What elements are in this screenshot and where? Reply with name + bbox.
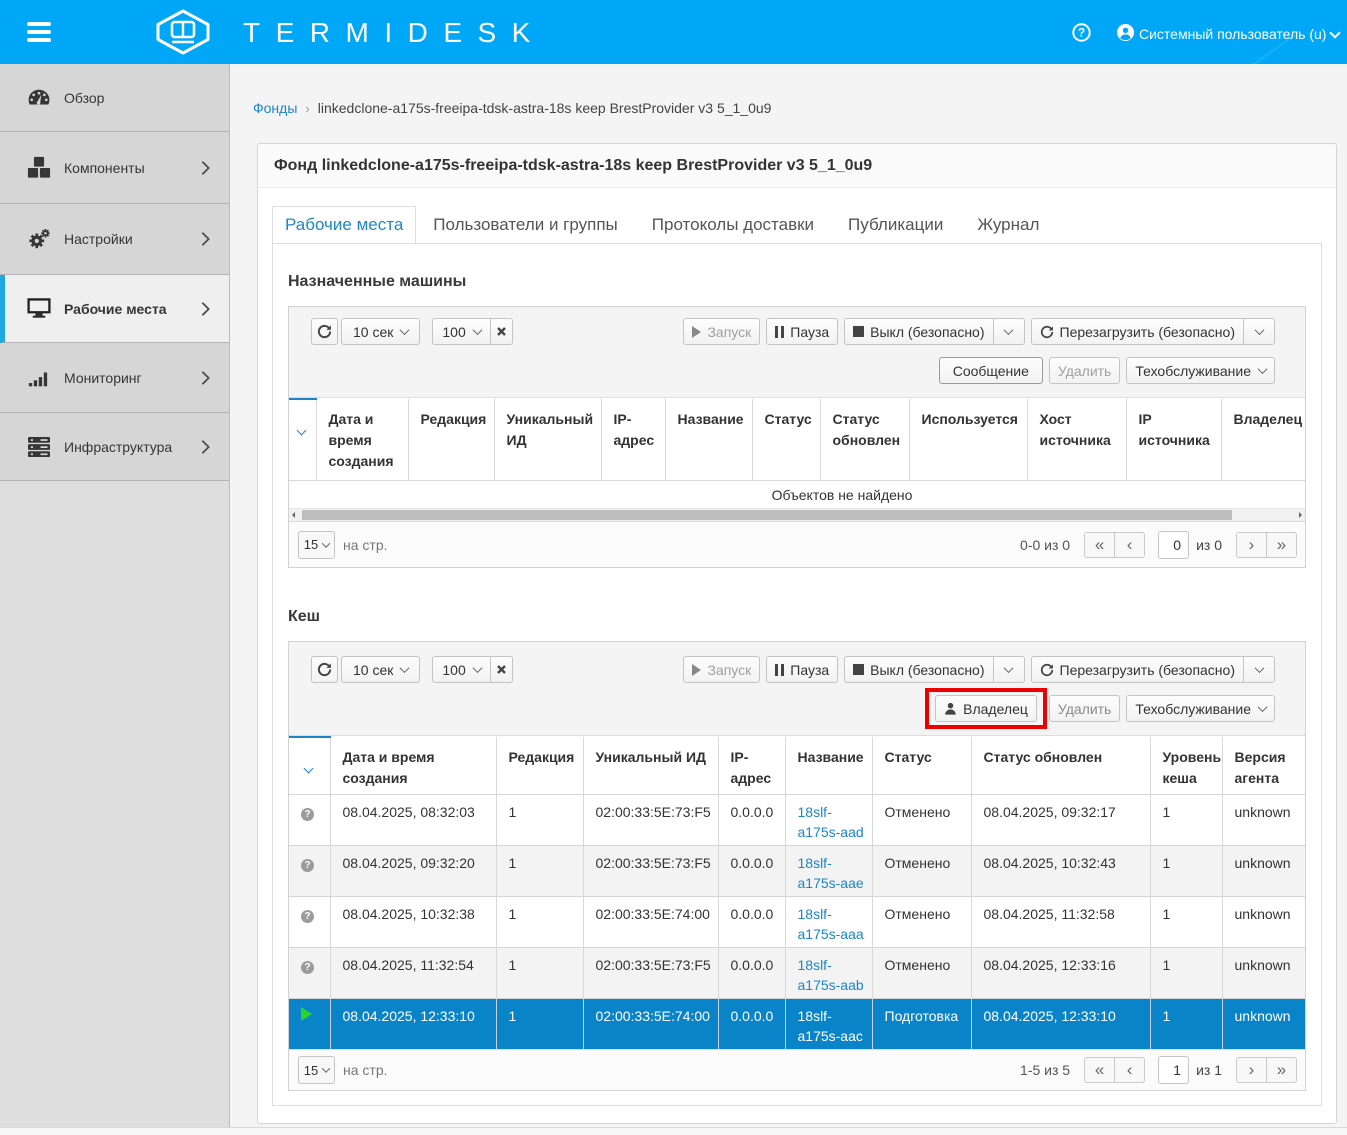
svg-text:?: ?: [1078, 26, 1085, 40]
